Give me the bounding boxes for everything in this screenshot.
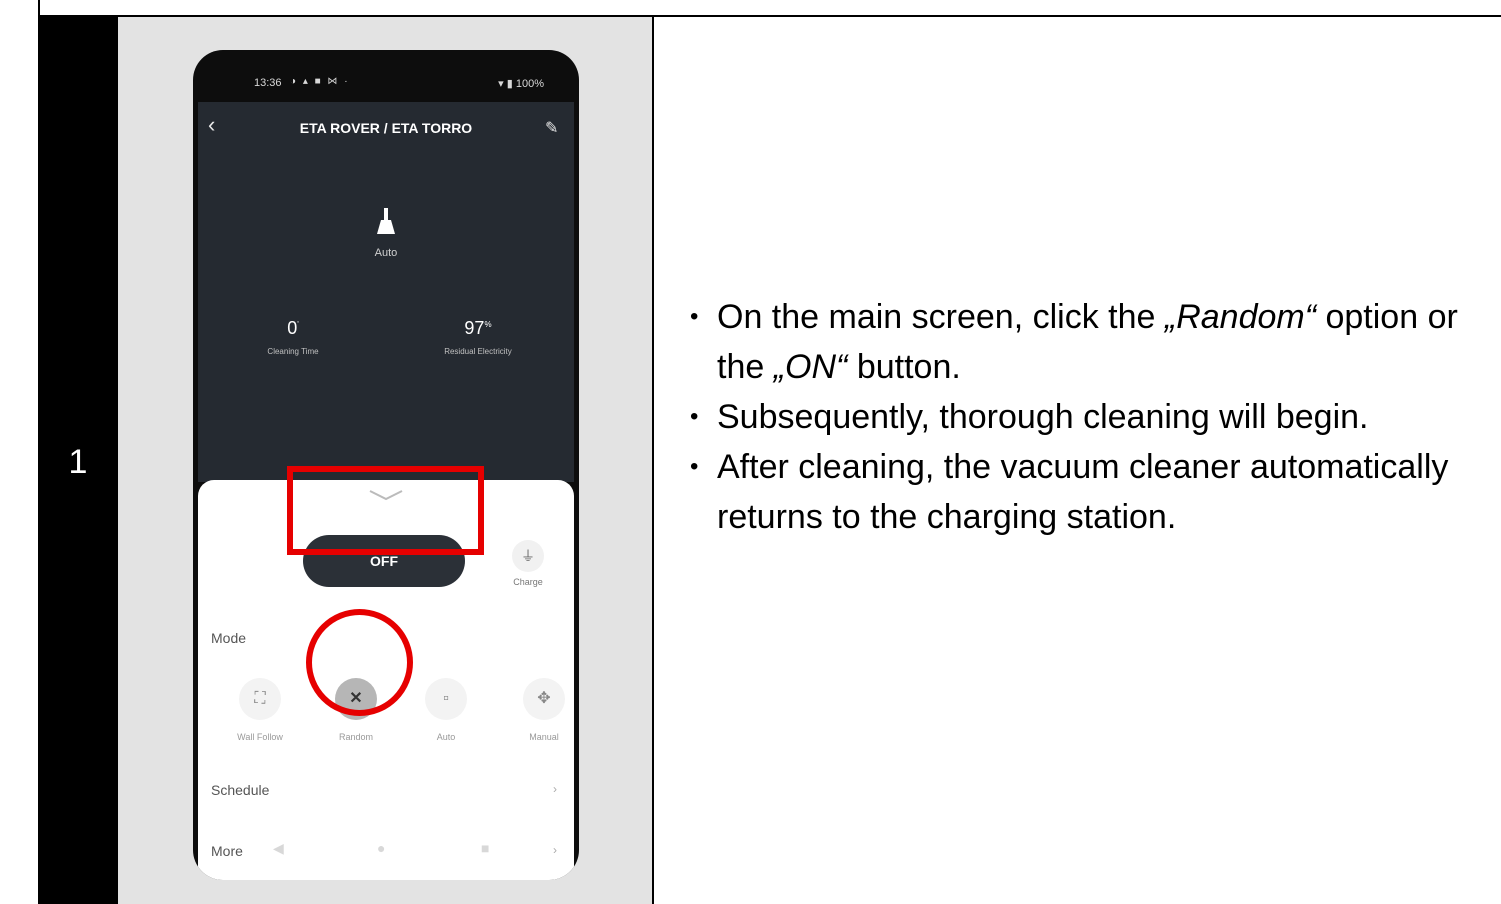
chevron-right-icon: › <box>553 782 557 796</box>
highlight-box-power <box>287 466 484 555</box>
cleaning-time-unit: ' <box>297 320 299 329</box>
instruction-item: After cleaning, the vacuum cleaner autom… <box>690 442 1500 542</box>
status-time: 13:36 <box>254 77 282 89</box>
battery-stat: 97% Residual Electricity <box>418 318 538 356</box>
status-icons-left: ◑ ▴ ■ ⋈ · <box>290 76 350 87</box>
mode-manual-label: Manual <box>529 732 559 742</box>
edit-icon[interactable]: ✎ <box>545 118 558 138</box>
broom-icon <box>377 208 395 234</box>
instruction-item: On the main screen, click the „Random“ o… <box>690 292 1500 392</box>
battery-label: Residual Electricity <box>444 347 512 356</box>
charge-button[interactable]: ⏚ Charge <box>503 540 553 587</box>
mode-wall-follow[interactable]: ⛶ Wall Follow <box>220 678 300 742</box>
charge-label: Charge <box>513 577 543 587</box>
table-top-row <box>38 0 1501 17</box>
mode-auto-label: Auto <box>436 732 456 742</box>
nav-recents-icon[interactable]: ■ <box>481 840 489 856</box>
mode-auto[interactable]: ▫ Auto <box>406 678 486 742</box>
app-header-area <box>198 102 574 482</box>
frame-icon: ⛶ <box>239 678 281 720</box>
chevron-right-icon: › <box>553 843 557 857</box>
instruction-item: Subsequently, thorough cleaning will beg… <box>690 392 1500 442</box>
status-bar: 13:36 ◑ ▴ ■ ⋈ · ▾ ▮ 100% <box>198 68 574 102</box>
more-row[interactable]: More › <box>211 843 563 859</box>
status-battery: ▾ ▮ 100% <box>498 78 544 90</box>
step-number: 1 <box>68 443 88 481</box>
phone-screen: 13:36 ◑ ▴ ■ ⋈ · ▾ ▮ 100% ‹ ETA ROVER / E… <box>198 68 574 880</box>
plug-icon: ⏚ <box>512 540 544 572</box>
app-title: ETA ROVER / ETA TORRO <box>299 120 473 136</box>
battery-unit: % <box>484 320 492 329</box>
mode-random-label: Random <box>338 732 374 742</box>
cleaning-time-value: 0 <box>287 318 298 338</box>
phone-screenshot: 13:36 ◑ ▴ ■ ⋈ · ▾ ▮ 100% ‹ ETA ROVER / E… <box>193 50 579 880</box>
mode-wall-follow-label: Wall Follow <box>237 732 283 742</box>
move-icon: ✥ <box>523 678 565 720</box>
instruction-list: On the main screen, click the „Random“ o… <box>690 292 1500 542</box>
mode-manual[interactable]: ✥ Manual <box>504 678 579 742</box>
android-nav-bar: ◀ ● ■ <box>193 840 579 880</box>
schedule-label: Schedule <box>211 782 270 798</box>
square-icon: ▫ <box>425 678 467 720</box>
schedule-row[interactable]: Schedule › <box>211 782 563 798</box>
highlight-circle-random <box>306 609 413 716</box>
nav-home-icon[interactable]: ● <box>377 840 385 856</box>
current-mode-label: Auto <box>374 247 398 259</box>
battery-value: 97 <box>464 318 485 338</box>
mode-section-title: Mode <box>211 630 247 646</box>
more-label: More <box>211 843 243 859</box>
cleaning-time-label: Cleaning Time <box>267 347 319 356</box>
nav-back-icon[interactable]: ◀ <box>273 840 284 857</box>
cleaning-time-stat: 0' Cleaning Time <box>238 318 348 356</box>
